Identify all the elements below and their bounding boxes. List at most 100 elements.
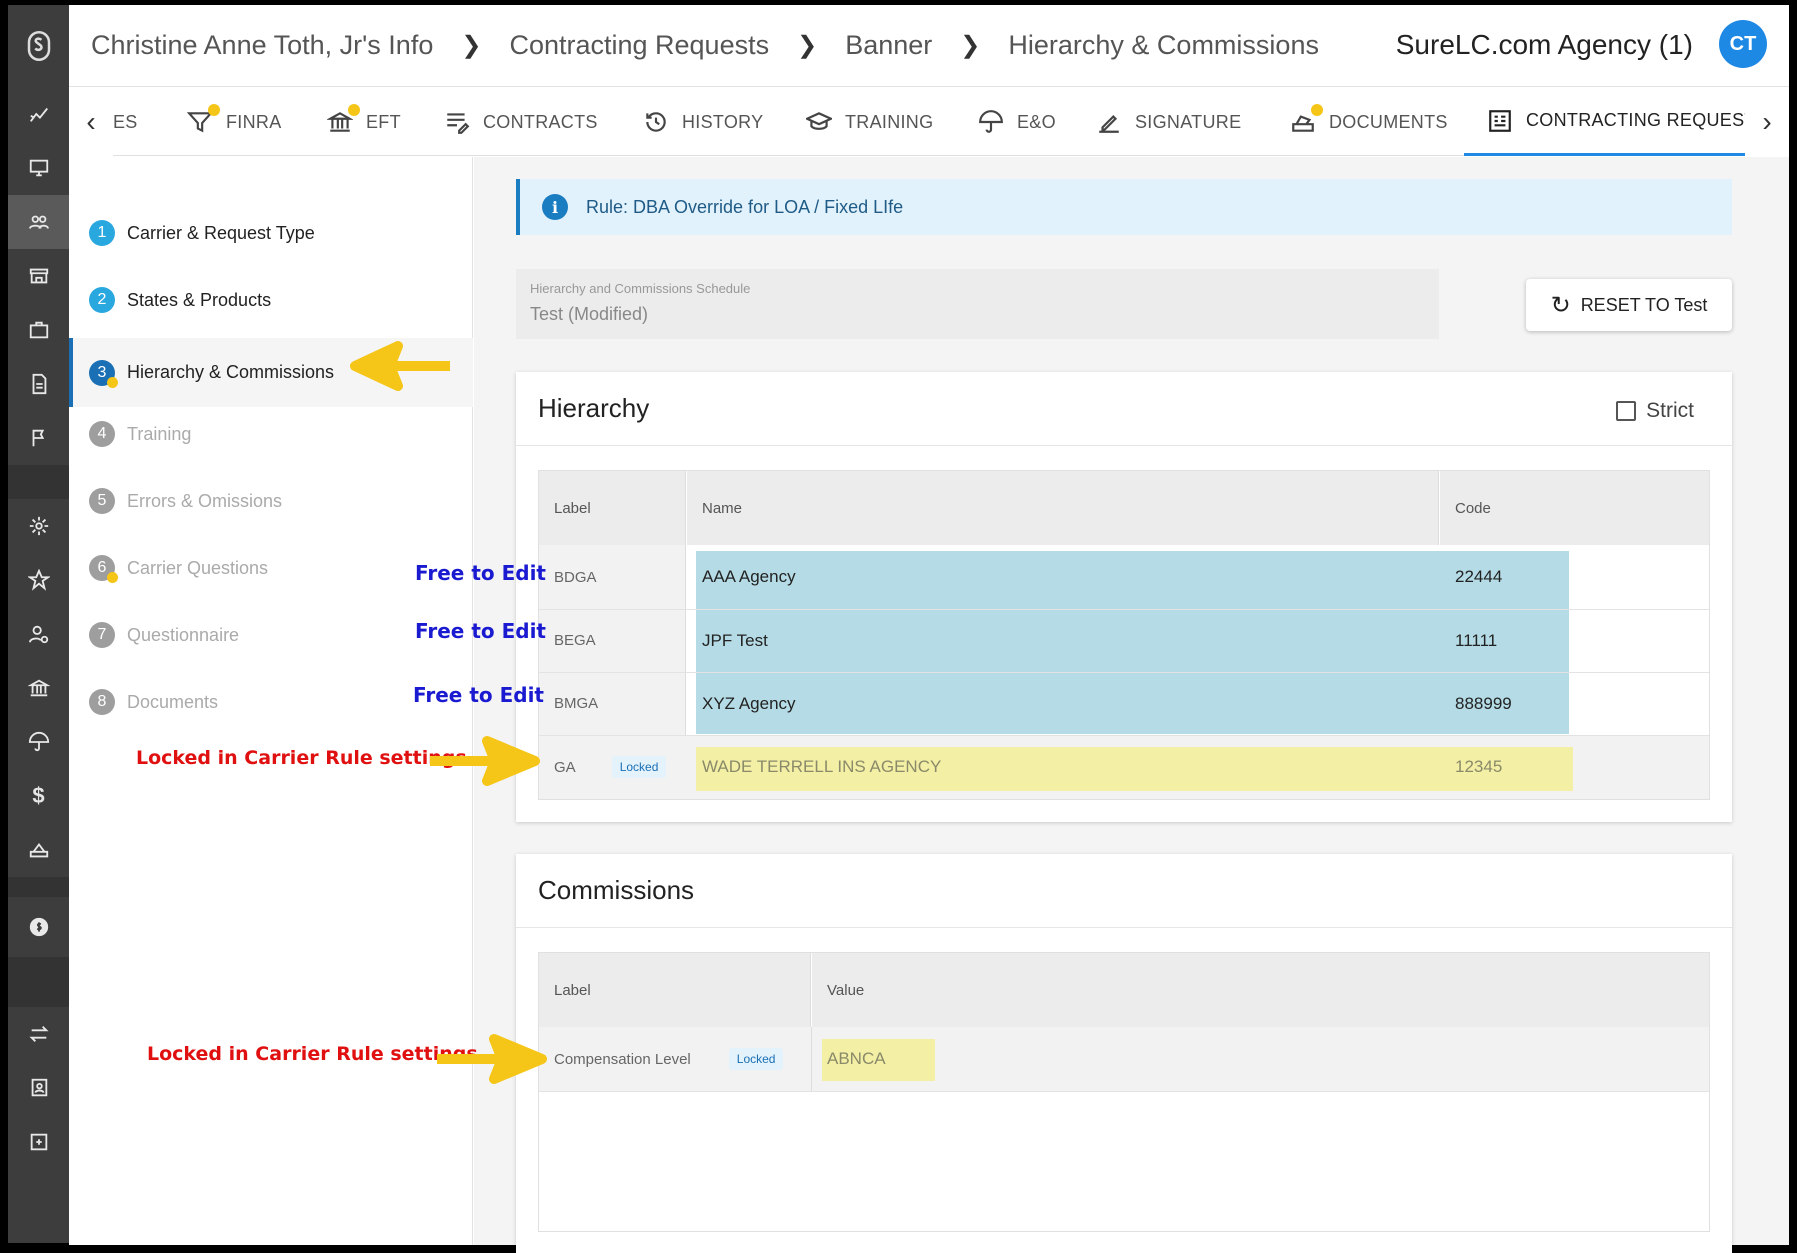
step-label: Carrier Questions — [127, 557, 269, 578]
code-input[interactable]: 11111 — [1440, 609, 1640, 672]
annotation-arrow — [430, 736, 540, 786]
tab-label: DOCUMENTS — [1329, 111, 1448, 132]
contacts-icon[interactable] — [8, 1061, 69, 1115]
row-label-text: GA — [554, 758, 576, 776]
step-label: Questionnaire — [127, 624, 240, 645]
hierarchy-title: Hierarchy — [516, 372, 1732, 446]
annotation-locked-note: Locked in Carrier Rule settings — [136, 747, 467, 769]
step-number: 6 — [89, 555, 118, 583]
money-icon[interactable] — [8, 897, 69, 957]
step-questionnaire[interactable]: 7 Questionnaire — [69, 602, 473, 668]
schedule-caption: Hierarchy and Commissions Schedule — [530, 281, 751, 296]
tab-label: SIGNATURE — [1135, 111, 1242, 132]
step-errors-omissions[interactable]: 5 Errors & Omissions — [69, 468, 473, 534]
tab-training[interactable]: TRAINING — [805, 88, 933, 156]
step-training[interactable]: 4 Training — [69, 401, 473, 467]
tab-contracting-requests[interactable]: CONTRACTING REQUESTS — [1464, 88, 1777, 156]
avatar[interactable]: CT — [1719, 20, 1767, 68]
schedule-field[interactable]: Hierarchy and Commissions Schedule Test … — [516, 269, 1439, 339]
tab-label: CONTRACTING REQUESTS — [1526, 110, 1769, 130]
step-carrier-questions[interactable]: 6 Carrier Questions — [69, 535, 473, 601]
notification-dot — [208, 104, 220, 116]
agency-name[interactable]: SureLC.com Agency (1) — [1396, 29, 1693, 61]
flag-icon[interactable] — [8, 411, 69, 465]
tab-partial[interactable]: ES — [113, 88, 138, 156]
code-input[interactable]: 888999 — [1440, 672, 1640, 735]
payment-icon[interactable] — [8, 823, 69, 877]
commissions-table: Label Value Compensation Level Locked AB… — [538, 952, 1710, 1232]
chevron-right-icon[interactable]: › — [1745, 88, 1789, 156]
breadcrumb-item[interactable]: Contracting Requests — [509, 30, 769, 61]
reset-label: RESET TO Test — [1580, 294, 1708, 315]
app-logo[interactable] — [8, 5, 69, 87]
row-label: Compensation Level Locked — [539, 1027, 811, 1091]
chevron-right-icon: ❯ — [960, 32, 981, 59]
step-number-text: 3 — [97, 363, 107, 381]
tab-finra[interactable]: FINRA — [186, 88, 282, 156]
name-input[interactable]: JPF Test — [687, 609, 1439, 672]
step-states-products[interactable]: 2 States & Products — [69, 267, 473, 333]
chevron-left-icon[interactable]: ‹ — [69, 88, 113, 156]
annotation-arrow — [437, 1034, 547, 1084]
name-readonly: WADE TERRELL INS AGENCY — [702, 757, 942, 776]
step-number: 3 — [89, 359, 118, 388]
briefcase-icon[interactable] — [8, 303, 69, 357]
annotation-free-to-edit: Free to Edit — [415, 619, 546, 643]
tab-eft[interactable]: EFT — [326, 88, 401, 156]
refresh-icon: ↻ — [1550, 291, 1571, 319]
user-settings-icon[interactable] — [8, 607, 69, 661]
annotation-arrow — [350, 341, 450, 391]
breadcrumb: Christine Anne Toth, Jr's Info ❯ Contrac… — [69, 30, 1319, 61]
star-icon[interactable] — [8, 553, 69, 607]
hierarchy-card: Hierarchy Strict Label Name Code BDGA AA… — [516, 372, 1732, 822]
column-header: Label — [539, 953, 811, 1027]
name-input[interactable]: XYZ Agency — [687, 672, 1439, 735]
umbrella-icon[interactable] — [8, 715, 69, 769]
step-label: Carrier & Request Type — [127, 222, 315, 243]
notification-dot — [1311, 104, 1323, 116]
strict-checkbox[interactable]: Strict — [1616, 399, 1694, 423]
top-bar: Christine Anne Toth, Jr's Info ❯ Contrac… — [69, 5, 1789, 87]
institution-icon[interactable] — [8, 661, 69, 715]
swap-icon[interactable] — [8, 1007, 69, 1061]
tab-contracts[interactable]: CONTRACTS — [443, 88, 598, 156]
breadcrumb-item[interactable]: Christine Anne Toth, Jr's Info — [91, 30, 433, 61]
checkbox-icon — [1616, 401, 1637, 421]
annotation-free-to-edit: Free to Edit — [415, 561, 546, 585]
step-number: 8 — [89, 689, 115, 715]
row-label-text: Compensation Level — [554, 1050, 691, 1068]
step-number: 4 — [89, 421, 115, 447]
people-icon[interactable] — [8, 195, 69, 249]
step-label: Training — [127, 423, 192, 444]
monitor-icon[interactable] — [8, 141, 69, 195]
document-icon[interactable] — [8, 357, 69, 411]
code-input[interactable]: 22444 — [1440, 545, 1640, 609]
finra-icon — [186, 104, 220, 136]
tab-label: HISTORY — [682, 111, 764, 132]
rule-text: Rule: DBA Override for LOA / Fixed LIfe — [586, 196, 904, 217]
tab-documents[interactable]: DOCUMENTS — [1289, 88, 1448, 156]
analytics-icon[interactable] — [8, 87, 69, 141]
hierarchy-table: Label Name Code BDGA AAA Agency 22444 BE… — [538, 470, 1710, 800]
annotation-free-to-edit: Free to Edit — [413, 683, 544, 707]
name-input[interactable]: AAA Agency — [687, 545, 1439, 609]
dollar-icon[interactable]: $ — [8, 769, 69, 823]
step-number: 5 — [89, 488, 115, 514]
locked-badge: Locked — [728, 1048, 784, 1070]
column-header: Code — [1440, 471, 1709, 545]
settings-icon[interactable] — [8, 499, 69, 553]
step-carrier-request-type[interactable]: 1 Carrier & Request Type — [69, 200, 473, 266]
tab-eo[interactable]: E&O — [977, 88, 1056, 156]
tab-history[interactable]: HISTORY — [642, 88, 763, 156]
tab-label: FINRA — [226, 111, 282, 132]
store-icon[interactable] — [8, 249, 69, 303]
step-label: States & Products — [127, 289, 272, 310]
breadcrumb-item[interactable]: Banner — [845, 30, 932, 61]
schedule-value: Test (Modified) — [530, 304, 649, 324]
row-label: BMGA — [554, 695, 599, 712]
tab-bar: ‹ ES FINRA EFT CONTRACTS HISTORY TRAININ… — [69, 88, 1789, 156]
chevron-right-icon: ❯ — [461, 32, 482, 59]
reset-button[interactable]: ↻ RESET TO Test — [1526, 279, 1732, 331]
tab-signature[interactable]: SIGNATURE — [1095, 88, 1241, 156]
plugin-icon[interactable] — [8, 1115, 69, 1169]
